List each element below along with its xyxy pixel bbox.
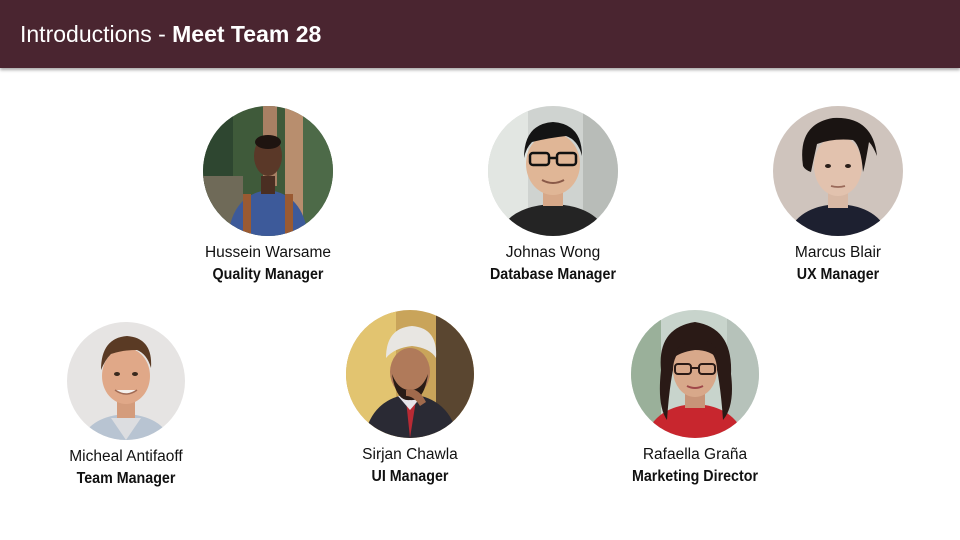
member-name: Sirjan Chawla [362,446,458,463]
avatar [67,322,185,440]
member-role: Team Manager [76,470,176,487]
avatar [773,106,903,236]
team-member-card: Rafaella Graña Marketing Director [585,310,805,488]
team-member-card: Micheal Antifaoff Team Manager [16,322,236,490]
member-name: Rafaella Graña [642,446,748,463]
member-role: UX Manager [796,266,880,283]
title-prefix: Introductions - [20,21,173,47]
team-member-card: Johnas Wong Database Manager [443,106,663,286]
member-name: Hussein Warsame [204,244,332,261]
avatar [203,106,333,236]
member-name: Marcus Blair [794,244,882,261]
team-member-card: Sirjan Chawla UI Manager [300,310,520,488]
member-role: Database Manager [489,266,617,283]
slide-title: Introductions - Meet Team 28 [20,19,321,49]
title-bar: Introductions - Meet Team 28 [0,0,960,68]
title-team: Meet Team 28 [172,21,322,47]
avatar [488,106,618,236]
avatar [346,310,474,438]
team-member-card: Hussein Warsame Quality Manager [158,106,378,286]
member-role: Marketing Director [631,468,758,485]
member-role: UI Manager [371,468,449,485]
member-name: Micheal Antifaoff [69,448,183,465]
avatar [631,310,759,438]
member-role: Quality Manager [212,266,324,283]
team-member-card: Marcus Blair UX Manager [728,106,948,286]
member-name: Johnas Wong [505,244,601,261]
